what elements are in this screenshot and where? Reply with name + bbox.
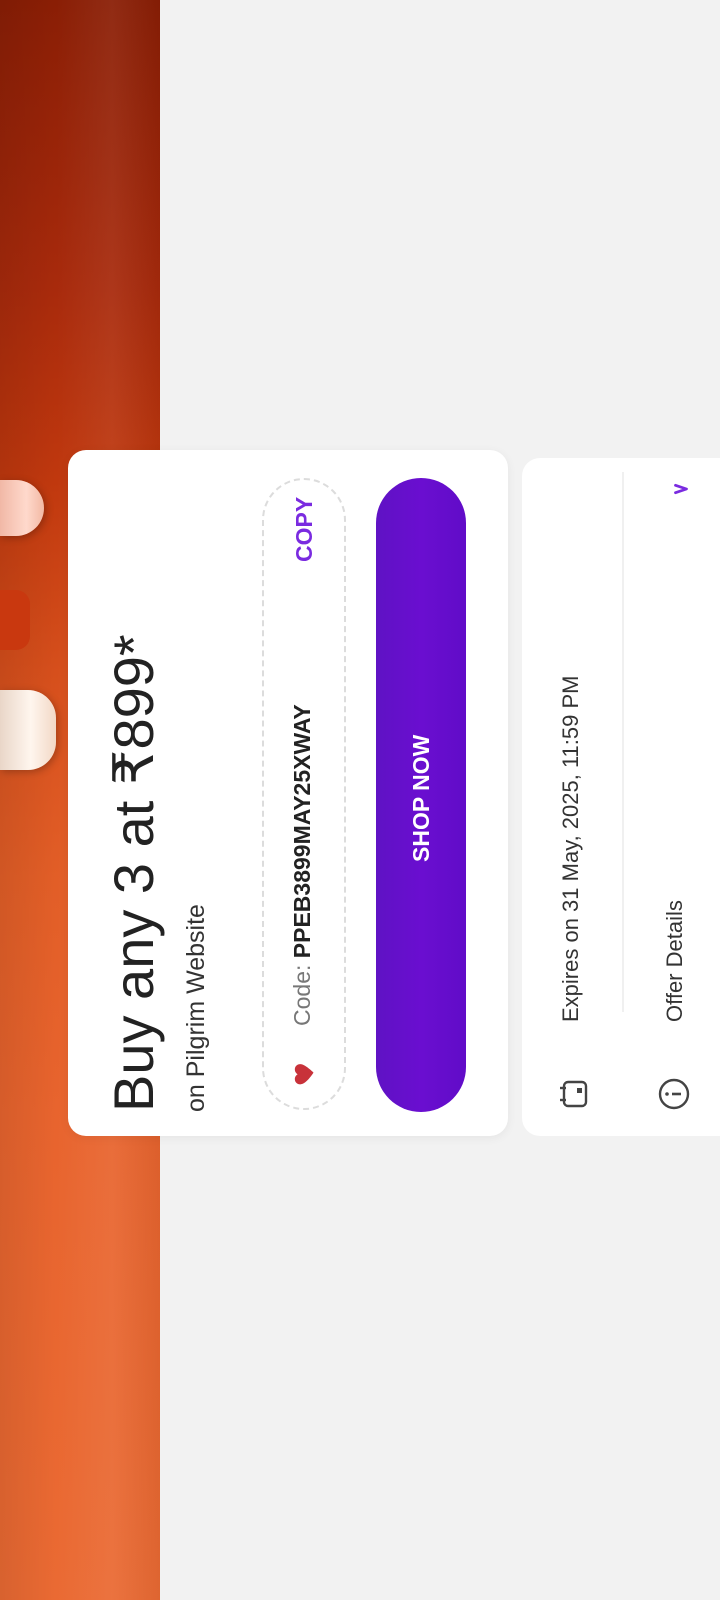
heart-icon [294,1064,314,1085]
calendar-icon [560,1080,588,1108]
coupon-code-value: PPEB3899MAY25XWAY [289,704,315,959]
product-bottle-cap [0,690,56,770]
offer-details-link[interactable]: Offer Details [662,900,687,1022]
offer-details-card [522,458,720,1136]
coupon-code-text: Code: PPEB3899MAY25XWAY [289,704,315,1026]
offer-title: Buy any 3 at ₹899* [102,634,165,1112]
copy-code-button[interactable]: COPY [291,497,317,562]
chevron-up-icon[interactable] [670,478,692,500]
divider [622,472,624,1012]
info-icon [658,1078,690,1110]
offer-expiry-text: Expires on 31 May, 2025, 11:59 PM [558,675,583,1023]
offer-subtitle: on Pilgrim Website [182,904,210,1112]
screen: Buy any 3 at ₹899* on Pilgrim Website Co… [0,0,720,1600]
shop-now-label: SHOP NOW [408,734,434,862]
coupon-code-prefix: Code: [289,958,315,1026]
product-bottle-neck [0,590,30,650]
